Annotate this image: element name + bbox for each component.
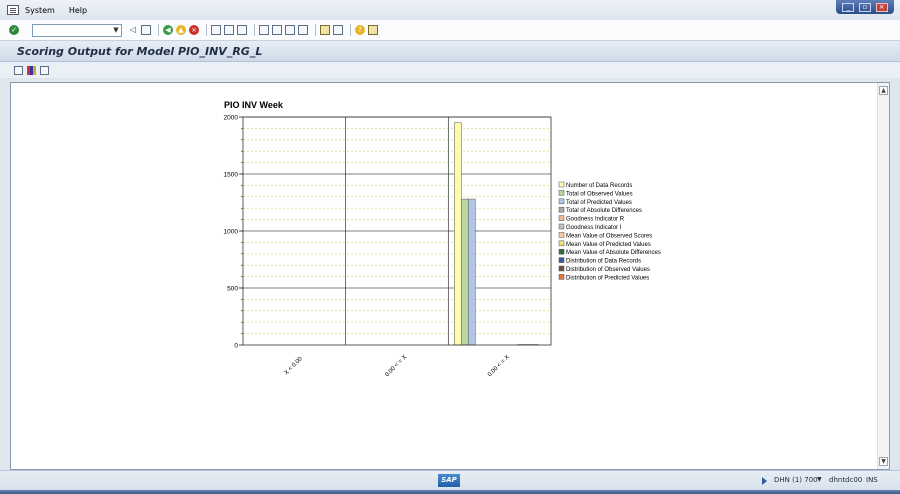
legend-swatch: [558, 181, 565, 188]
x-tick-label: 0.00 < = X: [487, 354, 511, 378]
first-page-icon[interactable]: [259, 25, 269, 35]
legend-swatch: [558, 223, 565, 230]
print-icon[interactable]: [211, 25, 221, 35]
find-next-icon[interactable]: [237, 25, 247, 35]
x-tick-label: X < 0.00: [284, 356, 305, 377]
y-tick-label: 1000: [224, 229, 239, 236]
status-toggle-icon[interactable]: [762, 477, 767, 485]
legend-label: Goodness Indicator R: [566, 217, 625, 223]
save-icon[interactable]: [141, 25, 151, 35]
enter-icon[interactable]: ✓: [9, 25, 19, 35]
last-page-icon[interactable]: [298, 25, 308, 35]
legend-label: Total of Absolute Differences: [566, 208, 642, 214]
next-page-icon[interactable]: [285, 25, 295, 35]
page-title: Scoring Output for Model PIO_INV_RG_L: [17, 45, 263, 58]
scroll-down-icon[interactable]: ▼: [879, 457, 888, 466]
green-back-icon[interactable]: ◀: [163, 25, 173, 35]
menu-bar: System Help _ ▫ ×: [0, 0, 900, 20]
bar: [454, 122, 462, 346]
legend-swatch: [558, 265, 565, 272]
close-icon[interactable]: ×: [875, 2, 888, 12]
legend-label: Total of Observed Values: [566, 191, 633, 197]
y-tick-label: 0: [234, 343, 238, 350]
create-session-icon[interactable]: [320, 25, 330, 35]
sap-logo: SAP: [438, 474, 460, 487]
x-tick-label: 0.00 < = X: [384, 354, 408, 378]
status-dropdown-icon[interactable]: ▼: [817, 476, 822, 483]
legend-label: Distribution of Observed Values: [566, 267, 650, 273]
legend-swatch: [558, 248, 565, 255]
find-icon[interactable]: [224, 25, 234, 35]
window-controls: _ ▫ ×: [836, 0, 894, 14]
legend-label: Mean Value of Observed Scores: [566, 233, 652, 239]
status-mode[interactable]: INS: [866, 476, 878, 484]
title-bar: Scoring Output for Model PIO_INV_RG_L: [0, 41, 900, 62]
legend-swatch: [558, 215, 565, 221]
legend-swatch: [558, 232, 565, 238]
chart-title: PIO INV Week: [224, 100, 284, 110]
chart-settings-icon[interactable]: [14, 65, 23, 75]
chart: PIO INV Week 0 500 1000 1500 2000 X < 0.00 0.0…: [224, 100, 661, 378]
legend-label: Distribution of Data Records: [566, 259, 641, 265]
shortcut-icon[interactable]: [333, 25, 343, 35]
menu-system[interactable]: System: [25, 6, 55, 15]
chart-type-icon[interactable]: [27, 65, 36, 75]
customize-layout-icon[interactable]: [368, 25, 378, 35]
y-tick-label: 1500: [224, 172, 239, 179]
y-tick-label: 2000: [224, 115, 239, 122]
previous-page-icon[interactable]: [272, 25, 282, 35]
red-cancel-icon[interactable]: ×: [189, 25, 199, 35]
legend-label: Number of Data Records: [566, 183, 632, 189]
status-bar: SAP DHN (1) 700 ▼ dhntdc00 INS: [0, 470, 900, 490]
scroll-up-icon[interactable]: ▲: [879, 86, 888, 95]
legend-swatch: [558, 240, 565, 247]
yellow-exit-icon[interactable]: ▲: [176, 25, 186, 35]
menu-help[interactable]: Help: [69, 6, 87, 15]
standard-toolbar: ✓ ▼ ◁ ◀ ▲ × ?: [0, 20, 900, 41]
restore-icon[interactable]: ▫: [858, 2, 871, 12]
help-icon[interactable]: ?: [355, 25, 365, 35]
status-system[interactable]: DHN (1) 700: [774, 476, 818, 484]
legend-swatch: [558, 274, 565, 280]
bar: [461, 198, 469, 346]
legend-label: Total of Predicted Values: [566, 200, 632, 206]
legend-swatch: [558, 190, 565, 196]
bar: [468, 198, 476, 346]
status-server: dhntdc00: [829, 476, 863, 484]
minimize-icon[interactable]: _: [842, 2, 855, 12]
legend-swatch: [558, 257, 565, 263]
back-icon[interactable]: ◁: [128, 25, 138, 35]
legend-swatch: [558, 206, 565, 213]
legend-label: Mean Value of Absolute Differences: [566, 250, 661, 256]
zoom-icon[interactable]: [40, 65, 49, 75]
taskbar: [0, 490, 900, 494]
command-field[interactable]: ▼: [32, 23, 122, 37]
command-dropdown-icon[interactable]: ▼: [111, 25, 121, 36]
vertical-scrollbar[interactable]: ▲ ▼: [877, 83, 889, 469]
legend-swatch: [558, 198, 565, 205]
application-toolbar: [0, 62, 900, 78]
legend-label: Mean Value of Predicted Values: [566, 242, 651, 248]
legend-label: Distribution of Predicted Values: [566, 275, 649, 281]
system-menu-icon[interactable]: [7, 5, 19, 15]
legend-label: Goodness Indicator I: [566, 225, 622, 231]
y-tick-label: 500: [227, 286, 238, 293]
chart-frame: PIO INV Week 0 500 1000 1500 2000 X < 0.00 0.0…: [10, 82, 890, 470]
